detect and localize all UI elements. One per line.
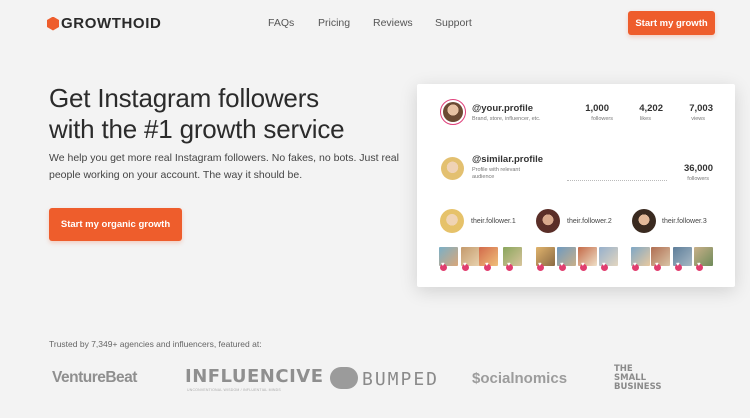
follower-2-avatar: [536, 209, 560, 233]
post-thumbnail: [651, 247, 670, 266]
stat-likes-value: 4,202: [639, 103, 663, 114]
socialnomics-logo: $ocialnomics: [472, 370, 568, 387]
similar-profile-name: @similar.profile: [472, 154, 544, 165]
the-small-business-logo: THE SMALL BUSINESS: [614, 364, 662, 392]
heart-icon: [462, 262, 469, 271]
your-profile-name: @your.profile: [472, 103, 533, 114]
growth-illustration-card: @your.profile Brand, store, influencer, …: [417, 84, 735, 287]
heart-icon: [696, 262, 703, 271]
stat-views-value: 7,003: [689, 103, 713, 114]
venturebeat-logo: VentureBeat: [52, 369, 137, 386]
hero-headline: Get Instagram followers with the #1 grow…: [49, 83, 389, 145]
nav-pricing[interactable]: Pricing: [318, 17, 350, 29]
heart-icon: [632, 262, 639, 271]
headline-line-1: Get Instagram followers: [49, 83, 319, 113]
similar-profile-desc-2: audience: [472, 174, 495, 180]
influencive-tagline: UNCONVENTIONAL WISDOM / INFLUENTIAL MIND…: [187, 388, 281, 392]
heart-icon: [440, 262, 447, 271]
follower-3-name: their.follower.3: [662, 218, 707, 225]
follower-1-name: their.follower.1: [471, 218, 516, 225]
subtext-line-1: We help you get more real Instagram foll…: [49, 152, 399, 164]
start-organic-growth-button[interactable]: Start my organic growth: [49, 208, 182, 241]
heart-icon: [580, 262, 587, 271]
dotted-divider: [567, 180, 667, 181]
influencive-logo: INFLUENCIVE: [185, 366, 324, 387]
heart-icon: [654, 262, 661, 271]
post-thumbnail: [503, 247, 522, 266]
heart-icon: [675, 262, 682, 271]
similar-profile-desc-1: Profile with relevant: [472, 167, 520, 173]
headline-line-2: with the #1 growth service: [49, 114, 345, 144]
nav-support[interactable]: Support: [435, 17, 472, 29]
hero-subtext: We help you get more real Instagram foll…: [49, 150, 409, 184]
follower-3-avatar: [632, 209, 656, 233]
your-profile-desc: Brand, store, influencer, etc.: [472, 116, 541, 122]
follower-2-name: their.follower.2: [567, 218, 612, 225]
nav-faqs[interactable]: FAQs: [268, 17, 294, 29]
stat-likes-label: likes: [639, 116, 651, 122]
heart-icon: [506, 262, 513, 271]
follower-1-avatar: [440, 209, 464, 233]
heart-icon: [484, 262, 491, 271]
stat-followers-label: followers: [591, 116, 613, 122]
your-profile-avatar: [440, 99, 466, 125]
bumped-logo: BUMPED: [362, 369, 440, 390]
start-my-growth-button[interactable]: Start my growth: [628, 11, 715, 35]
stat-views-label: views: [691, 116, 705, 122]
similar-followers-label: followers: [687, 176, 709, 182]
heart-icon: [537, 262, 544, 271]
trusted-by-text: Trusted by 7,349+ agencies and influence…: [49, 339, 262, 349]
bumped-fist-icon: [330, 367, 358, 389]
similar-profile-avatar: [441, 157, 464, 180]
heart-icon: [601, 262, 608, 271]
stat-followers-value: 1,000: [585, 103, 609, 114]
nav-reviews[interactable]: Reviews: [373, 17, 413, 29]
heart-icon: [559, 262, 566, 271]
similar-followers-value: 36,000: [683, 163, 713, 174]
subtext-line-2: people working on your account. The way …: [49, 169, 303, 181]
